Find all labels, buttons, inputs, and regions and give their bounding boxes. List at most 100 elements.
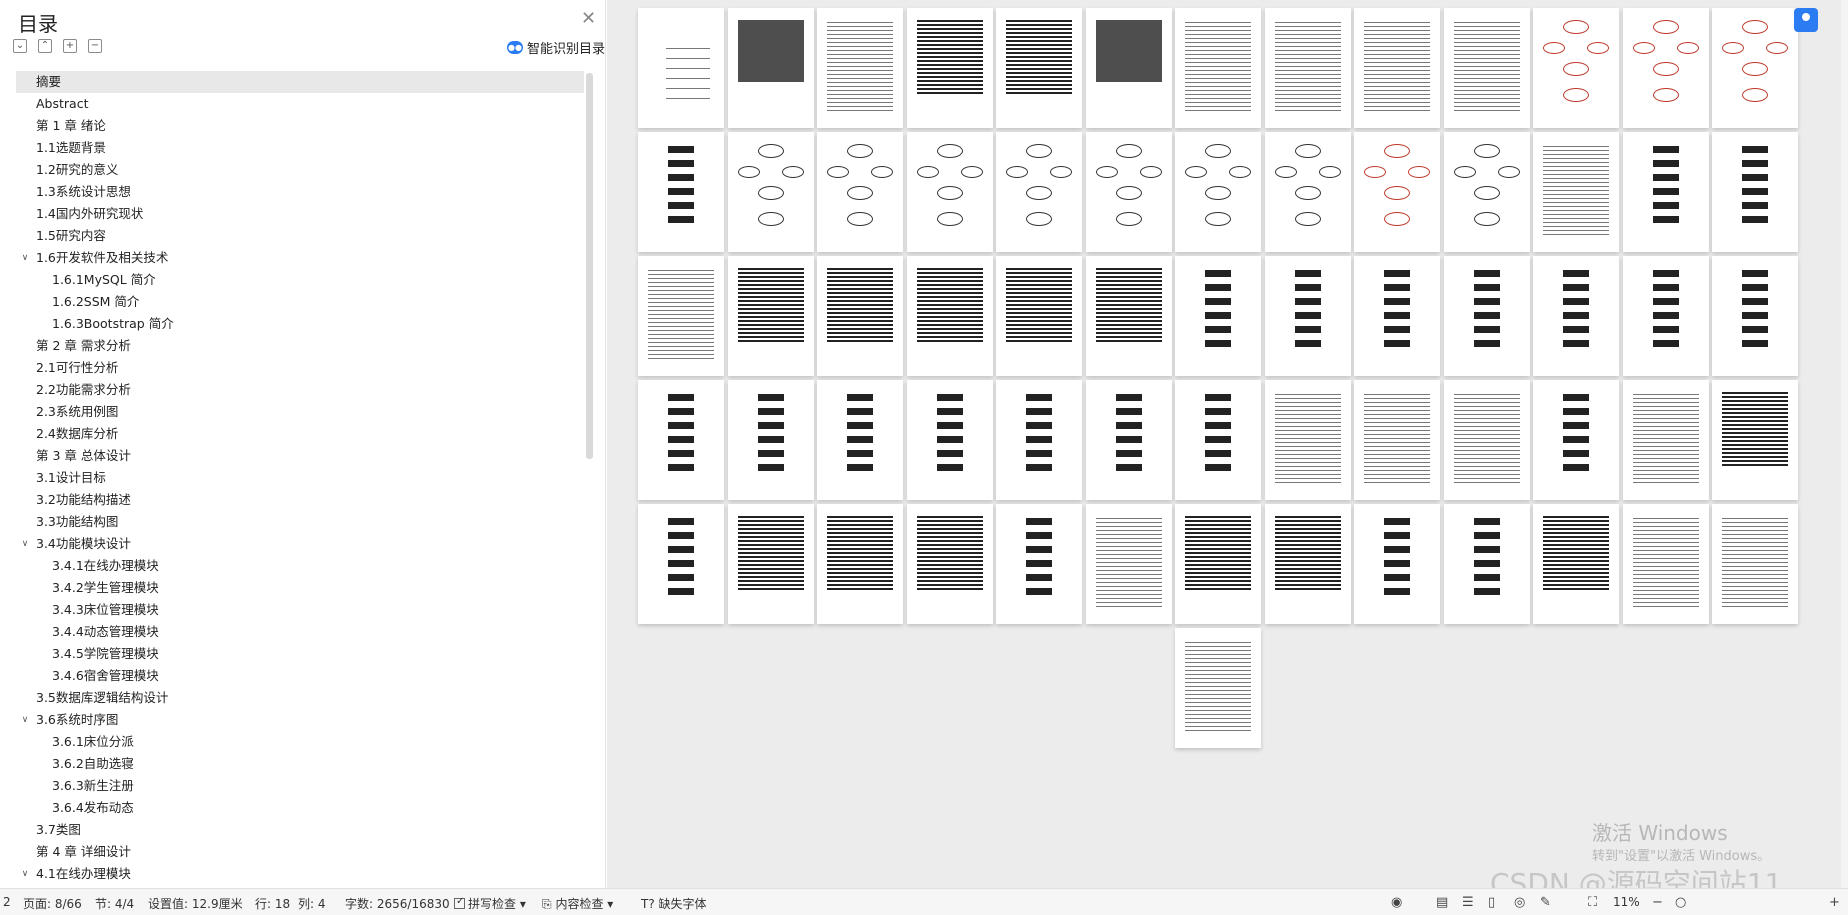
page-thumbnail[interactable] (1712, 132, 1798, 252)
page-thumbnail[interactable] (1533, 256, 1619, 376)
page-thumbnail[interactable] (638, 380, 724, 500)
toc-item[interactable]: 3.4.5学院管理模块 (16, 643, 584, 665)
location-pin-icon[interactable] (1794, 8, 1818, 32)
page-thumbnail[interactable] (1533, 8, 1619, 128)
toc-item[interactable]: 3.4.1在线办理模块 (16, 555, 584, 577)
zoom-out-icon[interactable]: − (1652, 895, 1663, 910)
chevron-down-icon[interactable]: ∨ (19, 533, 31, 555)
page-thumbnail[interactable] (817, 504, 903, 624)
page-thumbnail[interactable] (727, 132, 814, 252)
page-thumbnail[interactable] (1175, 256, 1261, 376)
toc-item[interactable]: 第 1 章 绪论 (16, 115, 584, 137)
page-thumbnail[interactable] (1175, 628, 1261, 748)
page-thumbnail[interactable] (727, 504, 814, 624)
read-view-icon[interactable]: ▯ (1488, 895, 1495, 910)
page-thumbnail[interactable] (638, 132, 724, 252)
toc-item[interactable]: Abstract (16, 93, 584, 115)
toc-item[interactable]: 3.6.4发布动态 (16, 797, 584, 819)
page-thumbnail[interactable] (1622, 8, 1709, 128)
page-thumbnail[interactable] (1354, 256, 1440, 376)
toc-item[interactable]: 1.2研究的意义 (16, 159, 584, 181)
zoom-in-icon[interactable]: + (1829, 895, 1840, 910)
page-thumbnail[interactable] (1264, 256, 1351, 376)
toc-item[interactable]: 1.6.1MySQL 简介 (16, 269, 584, 291)
chevron-down-icon[interactable]: ∨ (19, 709, 31, 731)
page-thumbnail[interactable] (1622, 132, 1709, 252)
fit-page-icon[interactable]: ⛶ (1588, 895, 1597, 910)
toc-item[interactable]: 1.6.3Bootstrap 简介 (16, 313, 584, 335)
page-thumbnail[interactable] (1443, 132, 1530, 252)
toc-item[interactable]: 3.4.3床位管理模块 (16, 599, 584, 621)
page-thumbnail[interactable] (1712, 256, 1798, 376)
add-heading-icon[interactable]: + (63, 39, 77, 53)
toc-item[interactable]: 2.2功能需求分析 (16, 379, 584, 401)
chevron-down-icon[interactable]: ∨ (19, 247, 31, 269)
toc-item[interactable]: 1.1选题背景 (16, 137, 584, 159)
page-thumbnail[interactable] (1085, 504, 1172, 624)
status-section[interactable]: 节: 4/4 (95, 895, 134, 912)
collapse-all-icon[interactable]: ⌄ (13, 39, 27, 53)
content-check-button[interactable]: ⎘ 内容检查 ▾ (542, 895, 613, 912)
page-thumbnail[interactable] (1712, 504, 1798, 624)
toc-item[interactable]: 3.4.4动态管理模块 (16, 621, 584, 643)
page-thumbnail[interactable] (906, 380, 993, 500)
page-thumbnail[interactable] (1443, 504, 1530, 624)
toc-item[interactable]: 3.6.2自助选寝 (16, 753, 584, 775)
toc-item[interactable]: 1.3系统设计思想 (16, 181, 584, 203)
page-thumbnail[interactable] (1085, 132, 1172, 252)
toc-item[interactable]: 2.1可行性分析 (16, 357, 584, 379)
toc-item[interactable]: 3.6.1床位分派 (16, 731, 584, 753)
expand-up-icon[interactable]: ⌃ (38, 39, 52, 53)
missing-font-button[interactable]: T? 缺失字体 (641, 895, 707, 912)
toc-item[interactable]: 3.3功能结构图 (16, 511, 584, 533)
toc-item[interactable]: 3.4.2学生管理模块 (16, 577, 584, 599)
page-thumbnail[interactable] (1175, 132, 1261, 252)
toc-scrollbar[interactable] (586, 73, 593, 459)
toc-item[interactable]: 3.7类图 (16, 819, 584, 841)
page-thumbnail[interactable] (638, 504, 724, 624)
page-thumbnail[interactable] (1175, 380, 1261, 500)
page-thumbnail[interactable] (1533, 504, 1619, 624)
page-thumbnail[interactable] (906, 132, 993, 252)
toc-item[interactable]: 摘要 (16, 71, 584, 93)
toc-item[interactable]: ∨ 4.1在线办理模块 (16, 863, 584, 885)
toc-item[interactable]: ∨ 3.6系统时序图 (16, 709, 584, 731)
document-scrollbar[interactable] (1841, 0, 1848, 888)
page-thumbnail[interactable] (1712, 380, 1798, 500)
page-thumbnail[interactable] (1264, 380, 1351, 500)
page-thumbnail[interactable] (996, 8, 1082, 128)
status-setting[interactable]: 设置值: 12.9厘米 (148, 895, 243, 912)
page-thumbnail[interactable] (1443, 380, 1530, 500)
page-thumbnail[interactable] (1354, 504, 1440, 624)
page-thumbnail[interactable] (817, 256, 903, 376)
page-thumbnail[interactable] (1622, 504, 1709, 624)
chevron-down-icon[interactable]: ∨ (19, 863, 31, 885)
page-thumbnail[interactable] (1533, 380, 1619, 500)
page-thumbnail[interactable] (906, 504, 993, 624)
page-thumbnail[interactable] (727, 256, 814, 376)
toc-item[interactable]: 3.6.3新生注册 (16, 775, 584, 797)
toc-item[interactable]: ∨ 1.6开发软件及相关技术 (16, 247, 584, 269)
page-thumbnail[interactable] (727, 8, 814, 128)
page-thumbnail[interactable] (996, 504, 1082, 624)
toc-item[interactable]: 1.6.2SSM 简介 (16, 291, 584, 313)
page-thumbnail[interactable] (1264, 8, 1351, 128)
spell-check-button[interactable]: 拼写检查 ▾ (454, 895, 526, 912)
page-thumbnail[interactable] (1264, 504, 1351, 624)
page-thumbnail[interactable] (906, 8, 993, 128)
page-thumbnail[interactable] (817, 132, 903, 252)
page-thumbnail[interactable] (727, 380, 814, 500)
status-row[interactable]: 行: 18 (255, 895, 290, 912)
page-thumbnail[interactable] (1443, 8, 1530, 128)
status-page[interactable]: 页面: 8/66 (23, 895, 82, 912)
page-thumbnail[interactable] (1622, 380, 1709, 500)
page-thumbnail[interactable] (1175, 8, 1261, 128)
page-thumbnail[interactable] (817, 8, 903, 128)
toc-item[interactable]: 第 3 章 总体设计 (16, 445, 584, 467)
page-thumbnail[interactable] (996, 132, 1082, 252)
toc-item[interactable]: 3.4.6宿舍管理模块 (16, 665, 584, 687)
toc-item[interactable]: ∨ 3.4功能模块设计 (16, 533, 584, 555)
page-thumbnail[interactable] (1085, 380, 1172, 500)
page-thumbnail[interactable] (1175, 504, 1261, 624)
page-view-icon[interactable]: ▤ (1436, 895, 1448, 910)
